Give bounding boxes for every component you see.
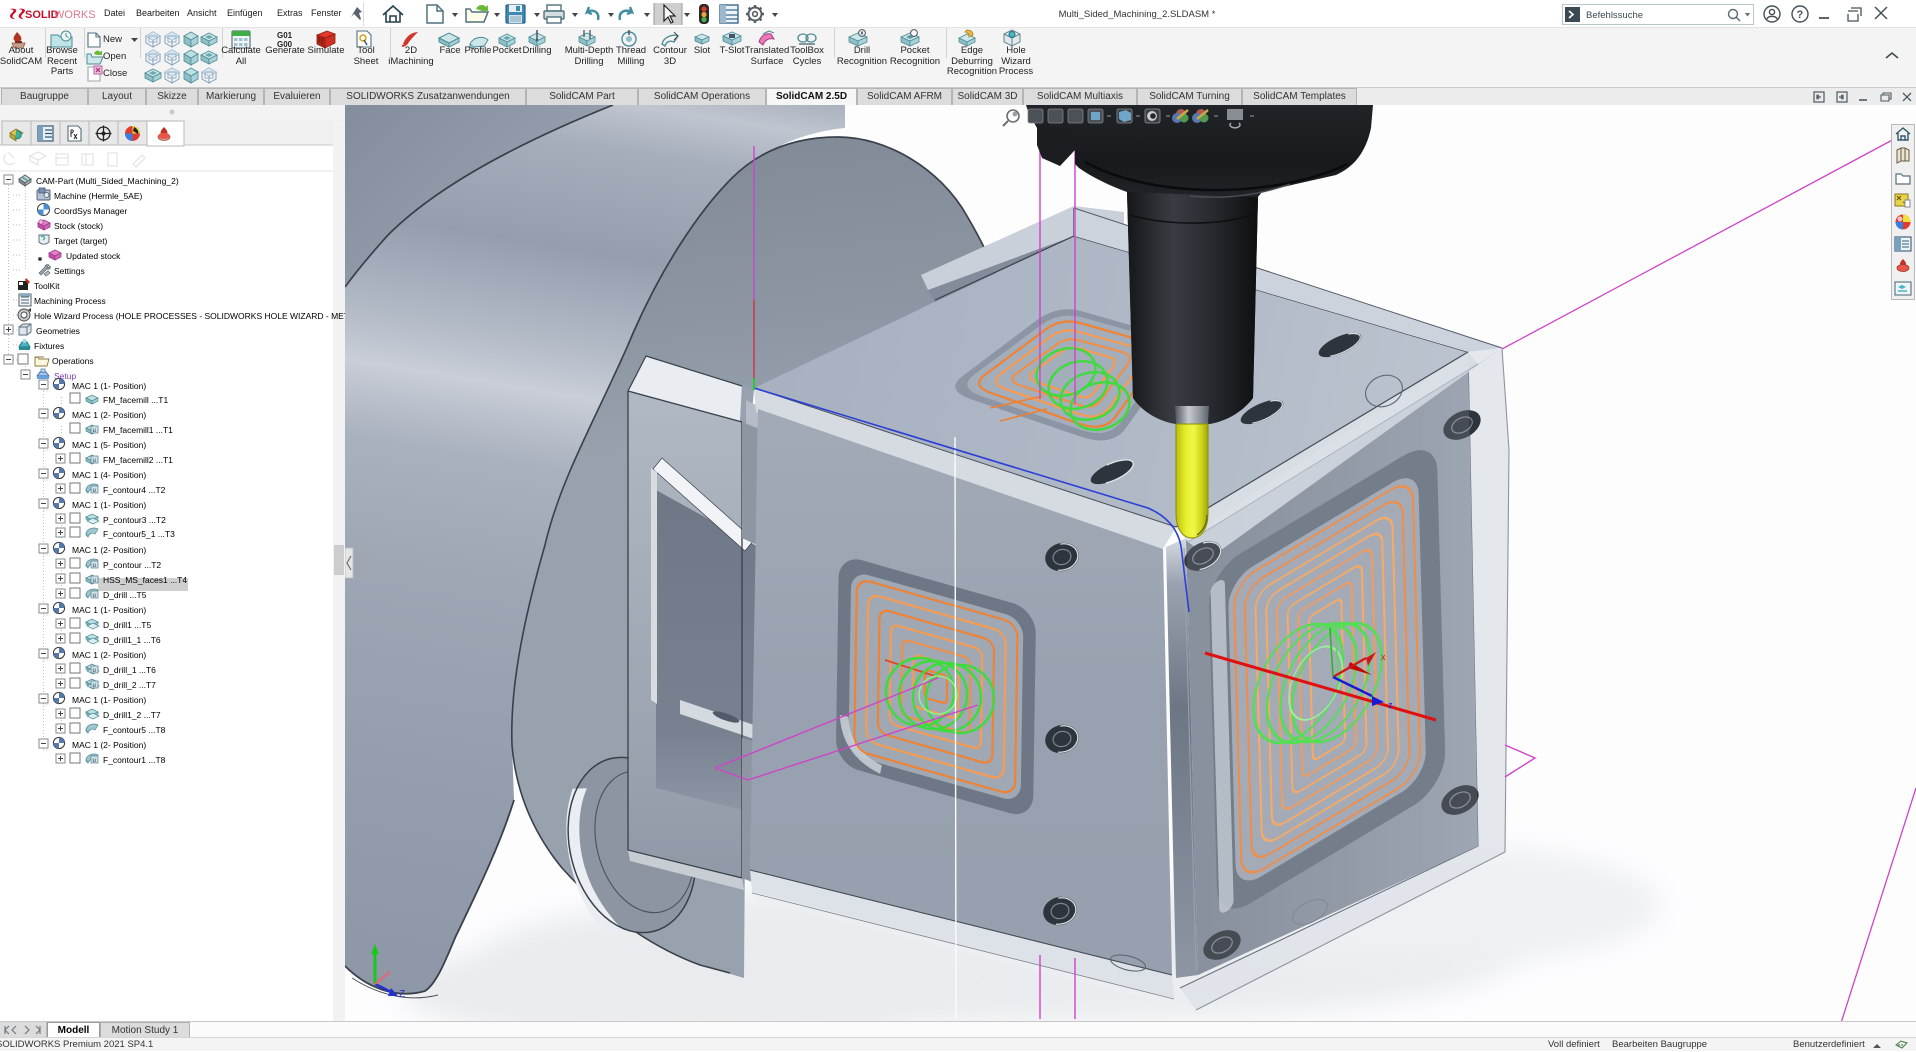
svg-text:G01: G01 [277,31,293,40]
svg-text:P_contour ...T2: P_contour ...T2 [103,560,161,570]
svg-text:MAC 1 (2- Position): MAC 1 (2- Position) [72,545,146,555]
svg-text:z: z [1388,700,1393,710]
svg-text:Open: Open [103,51,126,62]
svg-text:Geometries: Geometries [36,326,80,336]
svg-text:Fixtures: Fixtures [34,341,64,351]
svg-text:F_contour4 ...T2: F_contour4 ...T2 [103,485,166,495]
svg-text:MAC 1 (2- Position): MAC 1 (2- Position) [72,410,146,420]
svg-text:ToolKit: ToolKit [34,281,60,291]
svg-text:MAC 1 (5- Position): MAC 1 (5- Position) [72,440,146,450]
svg-text:Operations: Operations [52,356,94,366]
svg-text:D_drill_1 ...T6: D_drill_1 ...T6 [103,665,156,675]
svg-text:D_drill1 ...T5: D_drill1 ...T5 [103,620,151,630]
svg-text:D_drill1_2 ...T7: D_drill1_2 ...T7 [103,710,161,720]
svg-text:Stock (stock): Stock (stock) [54,221,103,231]
svg-text:FM_facemill1 ...T1: FM_facemill1 ...T1 [103,425,173,435]
svg-text:x: x [1381,652,1386,662]
svg-text:Machine (Hermle_5AE): Machine (Hermle_5AE) [54,191,143,201]
svg-text:Close: Close [103,68,127,79]
svg-text:HSS_MS_faces1 ...T4: HSS_MS_faces1 ...T4 [103,575,187,585]
svg-text:MAC 1 (1- Position): MAC 1 (1- Position) [72,500,146,510]
svg-text:MAC 1 (1- Position): MAC 1 (1- Position) [72,381,146,391]
svg-text:MAC 1 (4- Position): MAC 1 (4- Position) [72,470,146,480]
svg-text:Z: Z [399,989,405,1000]
svg-text:D_drill1_1 ...T6: D_drill1_1 ...T6 [103,635,161,645]
svg-text:FM_facemill2 ...T1: FM_facemill2 ...T1 [103,455,173,465]
svg-text:Hole Wizard Process (HOLE PROC: Hole Wizard Process (HOLE PROCESSES - SO… [34,311,345,321]
svg-text:MAC 1 (1- Position): MAC 1 (1- Position) [72,695,146,705]
svg-text:D_drill ...T5: D_drill ...T5 [103,590,147,600]
svg-text:F_contour5 ...T8: F_contour5 ...T8 [103,725,166,735]
svg-text:Target (target): Target (target) [54,236,108,246]
svg-text:Updated stock: Updated stock [66,251,121,261]
svg-text:CoordSys Manager: CoordSys Manager [54,206,127,216]
svg-text:?: ? [1797,9,1804,21]
svg-text:D_drill_2 ...T7: D_drill_2 ...T7 [103,680,156,690]
svg-text:F_contour5_1 ...T3: F_contour5_1 ...T3 [103,529,175,539]
svg-text:CAM-Part (Multi_Sided_Machinin: CAM-Part (Multi_Sided_Machining_2) [36,176,179,186]
svg-text:MAC 1 (2- Position): MAC 1 (2- Position) [72,740,146,750]
svg-text:F_contour1 ...T8: F_contour1 ...T8 [103,755,166,765]
svg-text:MAC 1 (1- Position): MAC 1 (1- Position) [72,605,146,615]
svg-text:FM_facemill ...T1: FM_facemill ...T1 [103,395,168,405]
svg-text:P_contour3 ...T2: P_contour3 ...T2 [103,515,166,525]
svg-text:WORKS: WORKS [54,9,96,21]
svg-text:Machining Process: Machining Process [34,296,106,306]
svg-text:MAC 1 (2- Position): MAC 1 (2- Position) [72,650,146,660]
svg-text:New: New [103,34,122,45]
svg-text:Settings: Settings [54,266,85,276]
